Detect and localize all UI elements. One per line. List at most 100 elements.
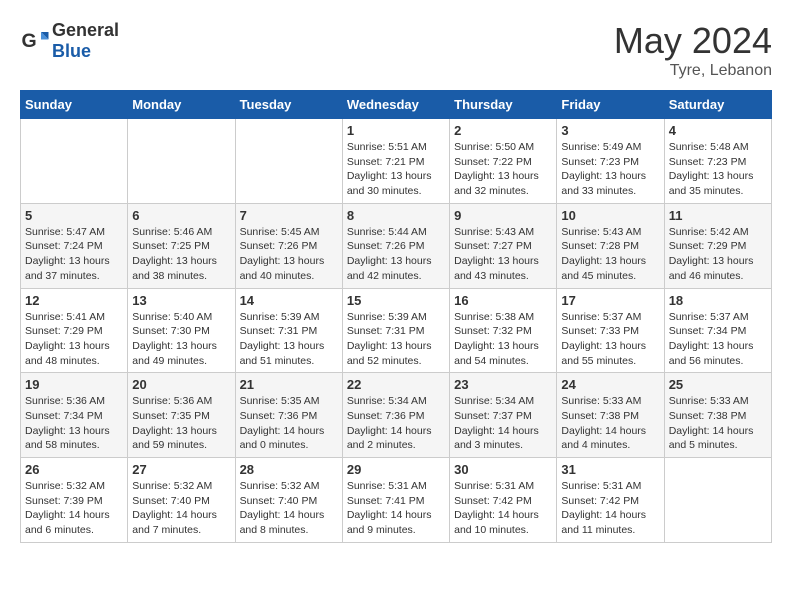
day-number: 7	[240, 208, 338, 223]
day-number: 21	[240, 377, 338, 392]
day-cell	[664, 458, 771, 543]
day-number: 26	[25, 462, 123, 477]
day-cell: 21 Sunrise: 5:35 AM Sunset: 7:36 PM Dayli…	[235, 373, 342, 458]
location: Tyre, Lebanon	[614, 62, 772, 80]
day-info: Sunrise: 5:45 AM Sunset: 7:26 PM Dayligh…	[240, 225, 338, 284]
day-info: Sunrise: 5:46 AM Sunset: 7:25 PM Dayligh…	[132, 225, 230, 284]
weekday-header-row: SundayMondayTuesdayWednesdayThursdayFrid…	[21, 91, 772, 119]
day-number: 28	[240, 462, 338, 477]
day-info: Sunrise: 5:39 AM Sunset: 7:31 PM Dayligh…	[347, 310, 445, 369]
day-info: Sunrise: 5:33 AM Sunset: 7:38 PM Dayligh…	[561, 394, 659, 453]
week-row-1: 1 Sunrise: 5:51 AM Sunset: 7:21 PM Daylig…	[21, 119, 772, 204]
day-info: Sunrise: 5:48 AM Sunset: 7:23 PM Dayligh…	[669, 140, 767, 199]
day-info: Sunrise: 5:32 AM Sunset: 7:40 PM Dayligh…	[240, 479, 338, 538]
day-info: Sunrise: 5:38 AM Sunset: 7:32 PM Dayligh…	[454, 310, 552, 369]
week-row-2: 5 Sunrise: 5:47 AM Sunset: 7:24 PM Daylig…	[21, 203, 772, 288]
day-info: Sunrise: 5:36 AM Sunset: 7:34 PM Dayligh…	[25, 394, 123, 453]
day-cell: 14Sunrise: 5:39 AM Sunset: 7:31 PM Dayli…	[235, 288, 342, 373]
day-cell: 22 Sunrise: 5:34 AM Sunset: 7:36 PM Dayli…	[342, 373, 449, 458]
day-cell: 7 Sunrise: 5:45 AM Sunset: 7:26 PM Daylig…	[235, 203, 342, 288]
week-row-3: 12 Sunrise: 5:41 AM Sunset: 7:29 PM Dayli…	[21, 288, 772, 373]
day-info: Sunrise: 5:36 AM Sunset: 7:35 PM Dayligh…	[132, 394, 230, 453]
day-number: 9	[454, 208, 552, 223]
day-cell: 11Sunrise: 5:42 AM Sunset: 7:29 PM Dayli…	[664, 203, 771, 288]
calendar-table: SundayMondayTuesdayWednesdayThursdayFrid…	[20, 90, 772, 543]
day-cell: 1 Sunrise: 5:51 AM Sunset: 7:21 PM Daylig…	[342, 119, 449, 204]
day-number: 31	[561, 462, 659, 477]
day-cell: 2 Sunrise: 5:50 AM Sunset: 7:22 PM Daylig…	[450, 119, 557, 204]
day-info: Sunrise: 5:34 AM Sunset: 7:36 PM Dayligh…	[347, 394, 445, 453]
logo-general-text: General	[52, 20, 119, 41]
day-number: 27	[132, 462, 230, 477]
day-number: 5	[25, 208, 123, 223]
day-cell: 31 Sunrise: 5:31 AM Sunset: 7:42 PM Dayli…	[557, 458, 664, 543]
day-number: 22	[347, 377, 445, 392]
day-number: 17	[561, 293, 659, 308]
day-number: 29	[347, 462, 445, 477]
day-number: 4	[669, 123, 767, 138]
day-cell: 4 Sunrise: 5:48 AM Sunset: 7:23 PM Daylig…	[664, 119, 771, 204]
page-header: G General Blue May 2024 Tyre, Lebanon	[20, 20, 772, 80]
day-info: Sunrise: 5:41 AM Sunset: 7:29 PM Dayligh…	[25, 310, 123, 369]
day-number: 2	[454, 123, 552, 138]
day-cell	[128, 119, 235, 204]
day-info: Sunrise: 5:34 AM Sunset: 7:37 PM Dayligh…	[454, 394, 552, 453]
day-info: Sunrise: 5:51 AM Sunset: 7:21 PM Dayligh…	[347, 140, 445, 199]
weekday-header-saturday: Saturday	[664, 91, 771, 119]
day-info: Sunrise: 5:31 AM Sunset: 7:42 PM Dayligh…	[454, 479, 552, 538]
day-number: 13	[132, 293, 230, 308]
month-title: May 2024	[614, 20, 772, 62]
day-cell: 15Sunrise: 5:39 AM Sunset: 7:31 PM Dayli…	[342, 288, 449, 373]
day-info: Sunrise: 5:37 AM Sunset: 7:34 PM Dayligh…	[669, 310, 767, 369]
day-info: Sunrise: 5:33 AM Sunset: 7:38 PM Dayligh…	[669, 394, 767, 453]
logo-icon: G	[20, 26, 50, 56]
day-number: 6	[132, 208, 230, 223]
day-cell	[21, 119, 128, 204]
day-info: Sunrise: 5:40 AM Sunset: 7:30 PM Dayligh…	[132, 310, 230, 369]
weekday-header-thursday: Thursday	[450, 91, 557, 119]
day-cell: 30 Sunrise: 5:31 AM Sunset: 7:42 PM Dayli…	[450, 458, 557, 543]
day-number: 25	[669, 377, 767, 392]
day-number: 1	[347, 123, 445, 138]
day-cell: 23 Sunrise: 5:34 AM Sunset: 7:37 PM Dayli…	[450, 373, 557, 458]
day-number: 10	[561, 208, 659, 223]
weekday-header-friday: Friday	[557, 91, 664, 119]
day-cell: 17Sunrise: 5:37 AM Sunset: 7:33 PM Dayli…	[557, 288, 664, 373]
logo: G General Blue	[20, 20, 119, 62]
day-cell: 29 Sunrise: 5:31 AM Sunset: 7:41 PM Dayli…	[342, 458, 449, 543]
day-number: 20	[132, 377, 230, 392]
day-info: Sunrise: 5:43 AM Sunset: 7:28 PM Dayligh…	[561, 225, 659, 284]
day-number: 8	[347, 208, 445, 223]
day-cell: 19 Sunrise: 5:36 AM Sunset: 7:34 PM Dayli…	[21, 373, 128, 458]
day-cell: 27Sunrise: 5:32 AM Sunset: 7:40 PM Dayli…	[128, 458, 235, 543]
day-cell: 3Sunrise: 5:49 AM Sunset: 7:23 PM Daylig…	[557, 119, 664, 204]
day-info: Sunrise: 5:35 AM Sunset: 7:36 PM Dayligh…	[240, 394, 338, 453]
day-number: 3	[561, 123, 659, 138]
day-info: Sunrise: 5:50 AM Sunset: 7:22 PM Dayligh…	[454, 140, 552, 199]
weekday-header-tuesday: Tuesday	[235, 91, 342, 119]
day-number: 12	[25, 293, 123, 308]
day-cell: 20 Sunrise: 5:36 AM Sunset: 7:35 PM Dayli…	[128, 373, 235, 458]
day-cell: 9Sunrise: 5:43 AM Sunset: 7:27 PM Daylig…	[450, 203, 557, 288]
day-info: Sunrise: 5:47 AM Sunset: 7:24 PM Dayligh…	[25, 225, 123, 284]
title-area: May 2024 Tyre, Lebanon	[614, 20, 772, 80]
day-number: 11	[669, 208, 767, 223]
day-cell: 24Sunrise: 5:33 AM Sunset: 7:38 PM Dayli…	[557, 373, 664, 458]
day-info: Sunrise: 5:32 AM Sunset: 7:39 PM Dayligh…	[25, 479, 123, 538]
day-cell: 8Sunrise: 5:44 AM Sunset: 7:26 PM Daylig…	[342, 203, 449, 288]
day-cell: 5 Sunrise: 5:47 AM Sunset: 7:24 PM Daylig…	[21, 203, 128, 288]
day-cell: 10 Sunrise: 5:43 AM Sunset: 7:28 PM Dayli…	[557, 203, 664, 288]
day-number: 16	[454, 293, 552, 308]
weekday-header-wednesday: Wednesday	[342, 91, 449, 119]
day-info: Sunrise: 5:31 AM Sunset: 7:41 PM Dayligh…	[347, 479, 445, 538]
day-cell: 18Sunrise: 5:37 AM Sunset: 7:34 PM Dayli…	[664, 288, 771, 373]
weekday-header-sunday: Sunday	[21, 91, 128, 119]
day-cell	[235, 119, 342, 204]
day-cell: 28 Sunrise: 5:32 AM Sunset: 7:40 PM Dayli…	[235, 458, 342, 543]
day-number: 19	[25, 377, 123, 392]
day-number: 30	[454, 462, 552, 477]
day-cell: 13 Sunrise: 5:40 AM Sunset: 7:30 PM Dayli…	[128, 288, 235, 373]
day-info: Sunrise: 5:31 AM Sunset: 7:42 PM Dayligh…	[561, 479, 659, 538]
day-number: 23	[454, 377, 552, 392]
week-row-5: 26 Sunrise: 5:32 AM Sunset: 7:39 PM Dayli…	[21, 458, 772, 543]
